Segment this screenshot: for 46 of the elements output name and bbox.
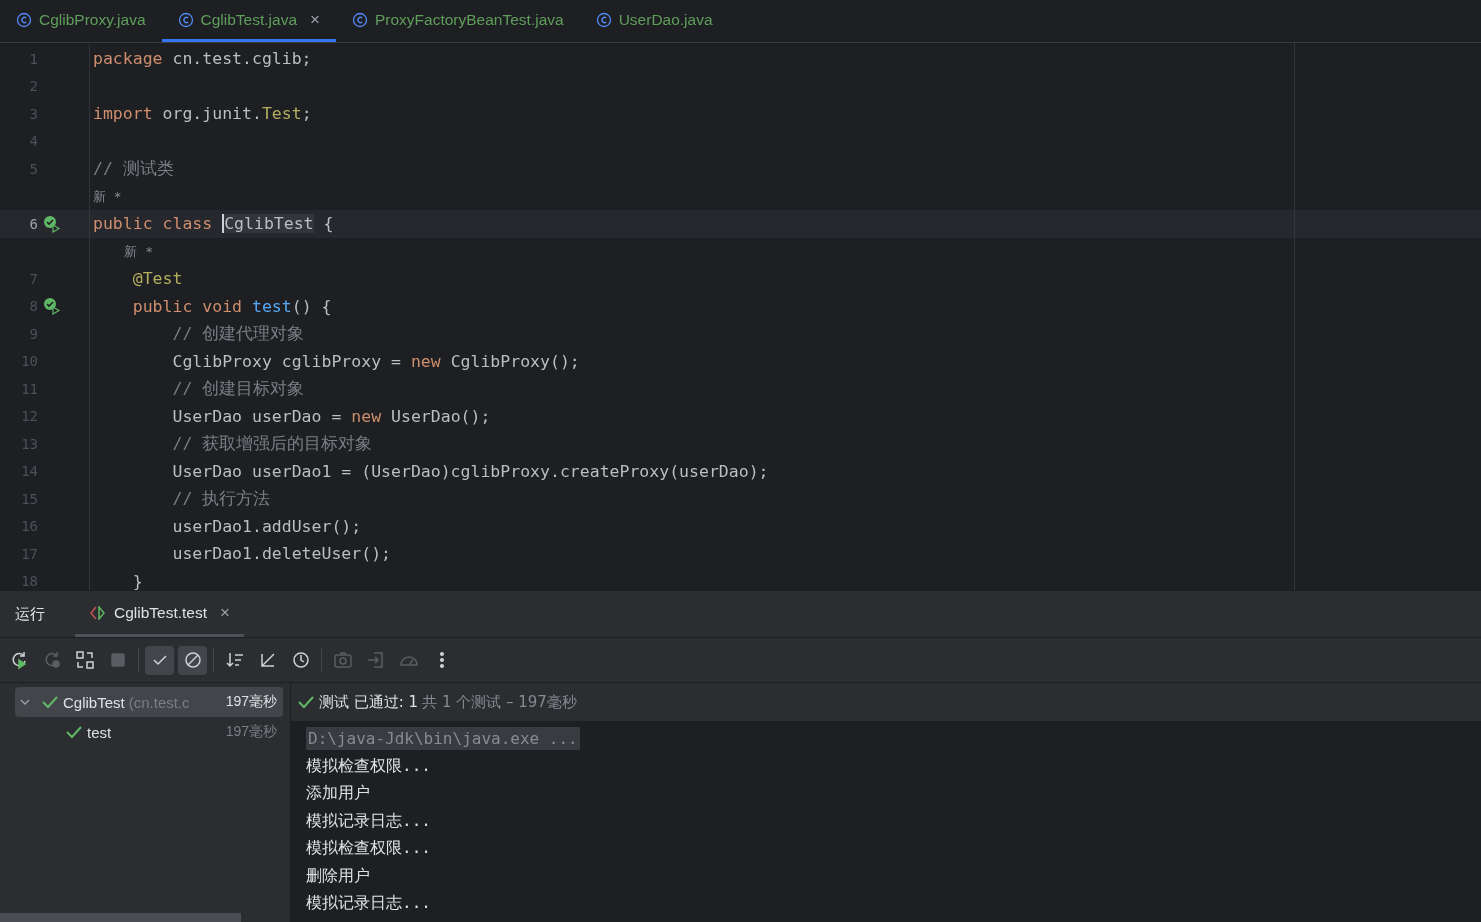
console-output: 删除用户 [306,865,370,887]
console-output: 模拟记录日志... [306,893,431,915]
class-icon [16,11,32,28]
test-result-text: 测试 已通过: 1 [319,692,419,712]
run-passed-icon[interactable] [43,214,61,233]
check-icon[interactable] [145,645,174,675]
test-run-icon [89,605,107,620]
test-tree-item[interactable]: test 197毫秒 [15,717,283,747]
code-line: public void test() { [131,296,332,316]
code-line: userDao1.deleteUser(); [171,544,391,564]
console-output: 添加用户 [306,783,370,805]
test-summary-text: 共 1 个测试 – 197毫秒 [422,692,577,712]
code-line: import org.junit.Test; [93,104,312,124]
code-line: // 创建代理对象 [171,323,305,343]
author-hint[interactable]: 新 * [93,189,122,205]
code-line: // 测试类 [93,158,174,178]
code-line: package cn.test.cglib; [93,49,312,69]
file-tab[interactable]: ProxyFactoryBeanTest.java [336,0,580,42]
class-icon [352,11,368,28]
code-line: userDao1.addUser(); [171,516,362,536]
console-output: 模拟记录日志... [306,810,431,832]
prohibited-icon[interactable] [178,645,207,675]
console-output: 模拟检查权限... [306,838,431,860]
code-line: // 获取增强后的目标对象 [171,433,373,453]
panel-title: 运行 [15,604,45,624]
test-tree-item[interactable]: CglibTest (cn.test.c 197毫秒 [15,687,283,717]
scrollbar[interactable] [0,913,241,922]
file-tab[interactable]: CglibProxy.java [0,0,162,42]
code-line: CglibProxy cglibProxy = new CglibProxy(); [171,351,580,371]
code-line: UserDao userDao1 = (UserDao)cglibProxy.createProxy(userDao); [171,461,769,481]
file-tab[interactable]: UserDao.java [579,0,729,42]
code-line: // 创建目标对象 [171,378,305,398]
code-line: @Test [131,269,183,289]
author-hint[interactable]: 新 * [93,244,153,260]
run-tab[interactable]: CglibTest.test × [75,591,244,637]
class-icon [595,11,612,28]
close-icon[interactable]: × [310,9,320,30]
console-output: 模拟检查权限... [306,755,431,777]
class-icon [177,11,194,28]
code-line: public class CglibTest { [93,214,334,234]
run-passed-icon[interactable] [43,297,61,316]
code-line: } [131,571,143,590]
close-icon[interactable]: × [220,602,230,623]
code-line: // 执行方法 [171,488,271,508]
code-line: UserDao userDao = new UserDao(); [171,406,491,426]
line-number: 6 [28,215,38,232]
